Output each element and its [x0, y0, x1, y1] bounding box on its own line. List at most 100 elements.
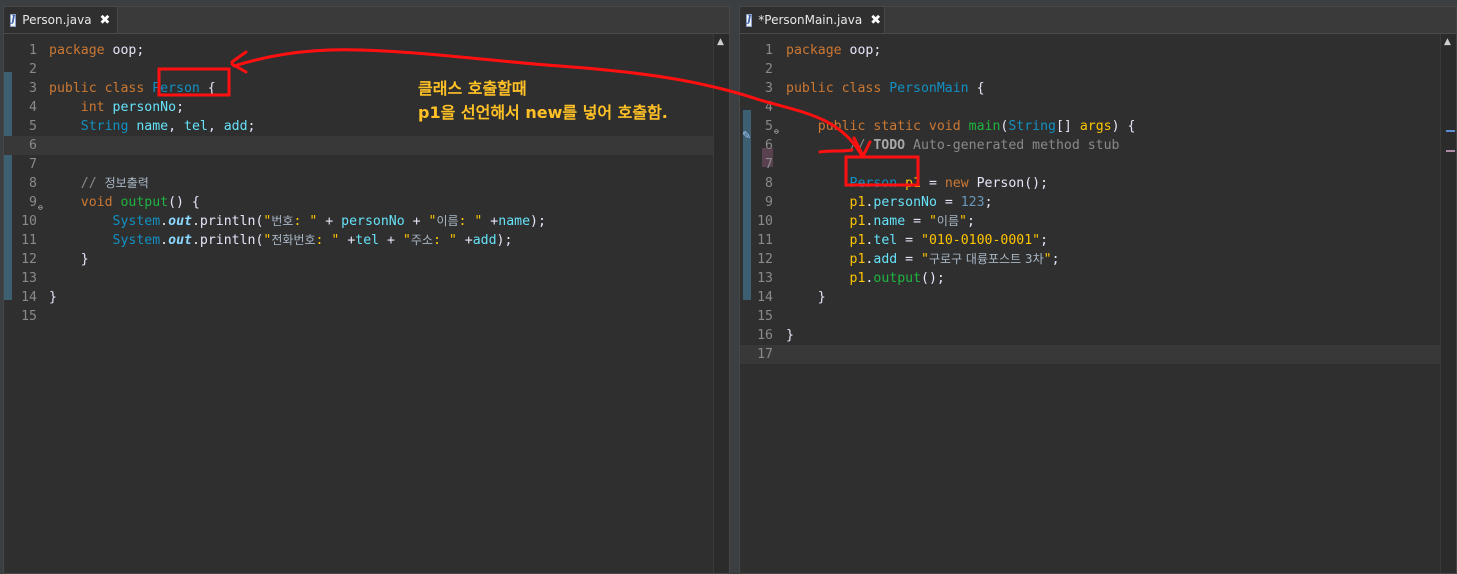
line-number: 9 — [765, 195, 773, 210]
line-number: 2 — [765, 62, 773, 77]
tab-personmain-java[interactable]: J *PersonMain.java ✖ — [740, 7, 885, 33]
line-number: 4 — [765, 100, 773, 115]
code-token: name — [128, 119, 169, 134]
line-number: 7 — [29, 157, 37, 172]
code-token: + — [482, 214, 499, 229]
line-number: 11 — [757, 233, 773, 248]
code-token: + — [339, 233, 356, 248]
close-icon[interactable]: ✖ — [870, 13, 881, 28]
code-line[interactable]: 15 — [740, 307, 1440, 326]
code-token: args — [1079, 119, 1112, 134]
code-token: .println( — [191, 233, 264, 248]
code-line[interactable]: 1 package oop; — [4, 41, 713, 60]
code-text: // TODO Auto-generated method stub — [786, 136, 1120, 155]
vertical-scrollbar[interactable]: ▲ — [1440, 34, 1456, 573]
line-number: 8 — [765, 176, 773, 191]
code-token: personNo — [341, 214, 405, 229]
scroll-up-icon[interactable]: ▲ — [717, 37, 724, 47]
code-token: = — [905, 214, 929, 229]
code-line[interactable]: 14} — [4, 288, 713, 307]
code-line[interactable]: 4 — [740, 98, 1440, 117]
code-area[interactable]: ✎ 1 package oop; 2 3 public class PersonMain… — [740, 34, 1456, 573]
line-number: 5 — [765, 119, 773, 134]
tab-person-java[interactable]: J Person.java ✖ — [4, 7, 118, 33]
code-token: 구로구 대륭포스트 3차 — [928, 252, 1044, 266]
code-line[interactable]: 11 System.out.println("전화번호: " +tel + "주… — [4, 231, 713, 250]
code-token: public class — [49, 81, 153, 96]
code-token: , — [207, 119, 224, 134]
line-number: 1 — [765, 43, 773, 58]
code-line[interactable]: 2 — [740, 60, 1440, 79]
code-token: Person(); — [976, 176, 1049, 191]
code-token: " — [1043, 252, 1052, 267]
code-line[interactable]: 5 ⊖ public static void main(String[] args… — [740, 117, 1440, 136]
code-token: : " — [458, 214, 483, 229]
code-line[interactable]: 10 p1.name = "이름"; — [740, 212, 1440, 231]
scroll-up-icon[interactable]: ▲ — [1444, 37, 1451, 47]
code-line[interactable]: 9 p1.personNo = 123; — [740, 193, 1440, 212]
code-line[interactable]: 15 — [4, 307, 713, 326]
code-token: oop; — [104, 43, 145, 58]
code-token: p1 — [897, 176, 921, 191]
tab-label: Person.java — [22, 13, 92, 27]
code-token: (); — [921, 271, 945, 286]
code-line[interactable]: 13 — [4, 269, 713, 288]
code-line[interactable]: 9 ⊖ void output() { — [4, 193, 713, 212]
code-line[interactable]: 7 — [4, 155, 713, 174]
line-number: 1 — [29, 43, 37, 58]
code-token: main — [968, 119, 1001, 134]
line-number: 13 — [757, 271, 773, 286]
code-line[interactable]: 12 } — [4, 250, 713, 269]
editor-personmain-java[interactable]: J *PersonMain.java ✖ ✎ 1 package oop; 2 3 pu… — [739, 6, 1457, 574]
code-text: public static void main(String[] args) { — [786, 117, 1136, 136]
line-number: 17 — [757, 347, 773, 362]
code-line[interactable]: 8 Person p1 = new Person(); — [740, 174, 1440, 193]
code-token: : " — [293, 214, 318, 229]
line-number: 2 — [29, 62, 37, 77]
code-line[interactable]: 6 // TODO Auto-generated method stub — [740, 136, 1440, 155]
code-line[interactable]: 11 p1.tel = "010-0100-0001"; — [740, 231, 1440, 250]
annotation-line-2: p1을 선언해서 new를 넣어 호출함. — [418, 103, 668, 122]
code-line[interactable]: 12 p1.add = "구로구 대륭포스트 3차"; — [740, 250, 1440, 269]
code-token: 주소 — [410, 233, 433, 247]
close-icon[interactable]: ✖ — [100, 13, 111, 28]
line-number: 14 — [21, 290, 37, 305]
line-number: 8 — [29, 176, 37, 191]
code-token: . — [160, 233, 169, 248]
code-token: . — [160, 214, 169, 229]
code-line[interactable]: 16} — [740, 326, 1440, 345]
code-line[interactable]: 7 — [740, 155, 1440, 174]
code-line[interactable]: 14 } — [740, 288, 1440, 307]
code-token: out — [168, 214, 192, 229]
code-text: // 정보출력 — [49, 174, 149, 193]
code-line[interactable]: 13 p1.output(); — [740, 269, 1440, 288]
overview-ruler-mark — [1446, 130, 1455, 132]
code-token: ; — [984, 195, 993, 210]
code-text: Person p1 = new Person(); — [786, 174, 1049, 193]
code-line[interactable]: 17 — [740, 345, 1440, 364]
code-token: ; — [247, 119, 256, 134]
line-number: 9 — [29, 195, 37, 210]
code-line[interactable]: 3 public class PersonMain { — [740, 79, 1440, 98]
code-token: } — [786, 328, 794, 343]
code-line[interactable]: 1 package oop; — [740, 41, 1440, 60]
code-token: String — [1008, 119, 1056, 134]
code-token: 이름 — [936, 214, 960, 228]
code-line[interactable]: 10 System.out.println("번호: " + personNo … — [4, 212, 713, 231]
code-text: void output() { — [49, 193, 200, 212]
code-token: personNo — [104, 100, 177, 115]
code-token: p1 — [849, 252, 866, 267]
code-token: package — [49, 43, 105, 58]
line-number: 6 — [765, 138, 773, 153]
code-line[interactable]: 6 — [4, 136, 713, 155]
code-token: String — [80, 119, 129, 134]
vertical-scrollbar[interactable]: ▲ — [713, 34, 729, 573]
code-line[interactable]: 8 // 정보출력 — [4, 174, 713, 193]
overview-ruler-mark — [1446, 150, 1455, 152]
